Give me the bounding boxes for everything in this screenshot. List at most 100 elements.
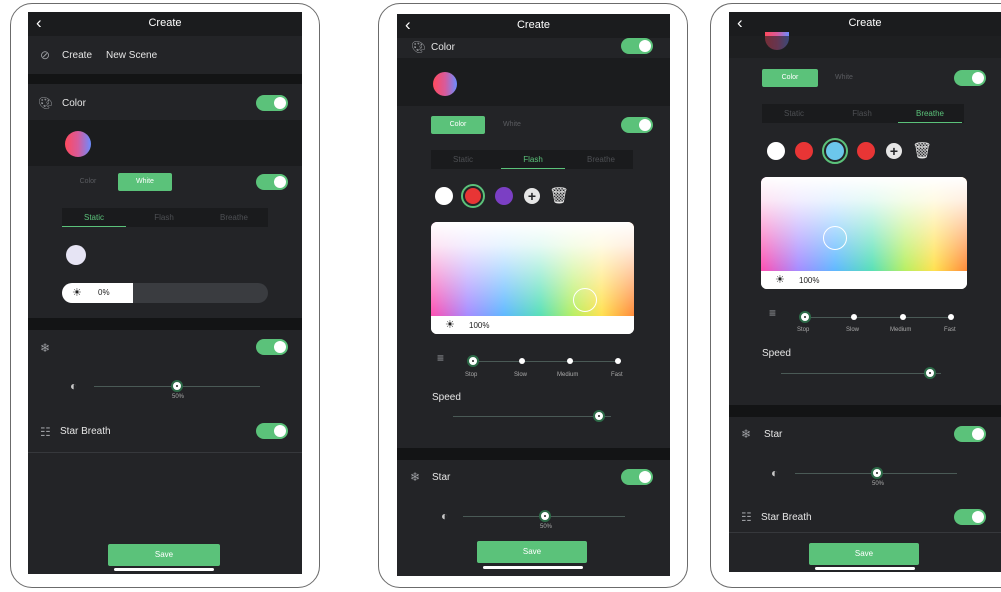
star-toggle[interactable] — [954, 426, 986, 442]
speed-dot-medium[interactable] — [900, 314, 906, 320]
mode-tab-white[interactable]: White — [118, 173, 172, 191]
speed-slider-track[interactable] — [781, 373, 941, 374]
mode-toggle[interactable] — [256, 174, 288, 190]
mode-tab-white[interactable]: White — [489, 116, 535, 134]
screen-2: ‹ Create 🎨︎ Color Color White Static Fla… — [397, 14, 670, 576]
color-swatch-purple[interactable] — [495, 187, 513, 205]
screen-3: ‹ Create Color White Static Flash Breath… — [729, 12, 1001, 572]
speed-dot-fast[interactable] — [615, 358, 621, 364]
header-bar: ‹ Create — [28, 12, 302, 36]
tab-static[interactable]: Static — [62, 208, 126, 227]
animation-tabs: Static Flash Breathe — [762, 104, 964, 123]
tab-breathe[interactable]: Breathe — [898, 104, 962, 123]
tab-static[interactable]: Static — [431, 150, 495, 169]
divider — [28, 452, 302, 453]
speed-slider-track[interactable] — [453, 416, 611, 417]
animation-tabs: Static Flash Breathe — [431, 150, 633, 169]
speed-medium-label: Medium — [890, 327, 912, 333]
color-swatch-white[interactable] — [435, 187, 453, 205]
mode-tab-white[interactable]: White — [821, 69, 867, 87]
color-toggle[interactable] — [621, 38, 653, 54]
brightness-bar[interactable]: ☀ 0% — [62, 283, 268, 303]
star-breath-toggle[interactable] — [954, 509, 986, 525]
tab-breathe[interactable]: Breathe — [569, 150, 633, 169]
color-swatch-white[interactable] — [767, 142, 785, 160]
tab-flash[interactable]: Flash — [830, 104, 894, 123]
speed-fast-label: Fast — [944, 327, 956, 333]
home-indicator — [114, 568, 214, 571]
speed-medium-label: Medium — [557, 372, 579, 378]
tab-static[interactable]: Static — [762, 104, 826, 123]
contrast-icon: ◐ — [771, 466, 779, 480]
speed-label: Speed — [762, 348, 791, 359]
brightness-value: 0% — [98, 288, 110, 297]
color-swatch-blue — [826, 142, 844, 160]
save-button[interactable]: Save — [809, 543, 919, 565]
color-picker[interactable]: ☀ 100% — [431, 222, 634, 334]
mode-tab-color[interactable]: Color — [762, 69, 818, 87]
star-icon: ❄ — [741, 427, 752, 441]
star-toggle[interactable] — [256, 339, 288, 355]
star-slider-value: 50% — [540, 524, 553, 530]
create-label: Create — [62, 50, 93, 61]
animation-tabs: Static Flash Breathe — [62, 208, 268, 227]
trash-icon[interactable]: 🗑︎ — [549, 186, 569, 206]
palette-icon: 🎨︎ — [38, 96, 54, 110]
divider-band — [397, 448, 670, 460]
color-swatch-red — [465, 188, 481, 204]
speed-dot-medium[interactable] — [567, 358, 573, 364]
speed-knob-stop[interactable] — [799, 311, 811, 323]
white-color-swatch[interactable] — [66, 245, 86, 265]
tab-breathe[interactable]: Breathe — [202, 208, 266, 227]
page-title: Create — [848, 17, 882, 29]
star-slider-knob[interactable] — [171, 380, 183, 392]
speed-track[interactable] — [473, 361, 621, 362]
speed-stop-label: Stop — [797, 327, 810, 333]
color-preview-swatch — [65, 131, 91, 157]
sun-icon: ☀ — [72, 287, 82, 299]
speed-stop-label: Stop — [465, 372, 478, 378]
color-picker[interactable]: ☀ 100% — [761, 177, 967, 289]
speed-dot-slow[interactable] — [519, 358, 525, 364]
add-color-icon[interactable]: + — [886, 143, 902, 159]
speed-slider-knob[interactable] — [593, 410, 605, 422]
star-breath-label: Star Breath — [761, 512, 812, 523]
page-title: Create — [516, 19, 551, 31]
picker-cursor[interactable] — [573, 288, 597, 312]
star-icon: ❄ — [40, 341, 51, 355]
mode-tab-color[interactable]: Color — [64, 173, 112, 191]
color-swatch-red-2[interactable] — [857, 142, 875, 160]
save-button[interactable]: Save — [108, 544, 220, 566]
trash-icon[interactable]: 🗑︎ — [912, 141, 932, 161]
color-label: Color — [62, 98, 86, 109]
page-title: Create — [148, 17, 182, 29]
save-button[interactable]: Save — [477, 541, 587, 563]
speed-dot-fast[interactable] — [948, 314, 954, 320]
star-toggle[interactable] — [621, 469, 653, 485]
star-slider-knob[interactable] — [539, 510, 551, 522]
color-toggle[interactable] — [256, 95, 288, 111]
speed-label: Speed — [432, 392, 461, 403]
mode-toggle[interactable] — [621, 117, 653, 133]
picker-cursor[interactable] — [823, 226, 847, 250]
speed-menu-icon: ≡ — [437, 351, 445, 365]
sun-icon: ☀ — [775, 274, 785, 286]
scene-name-field[interactable]: New Scene — [106, 50, 157, 61]
mode-tab-color[interactable]: Color — [431, 116, 485, 134]
speed-dot-slow[interactable] — [851, 314, 857, 320]
star-slider-knob[interactable] — [871, 467, 883, 479]
speed-track[interactable] — [805, 317, 953, 318]
star-breath-toggle[interactable] — [256, 423, 288, 439]
tab-flash[interactable]: Flash — [501, 150, 565, 169]
add-color-icon[interactable]: + — [524, 188, 540, 204]
speed-knob-stop[interactable] — [467, 355, 479, 367]
color-label: Color — [431, 42, 455, 53]
speed-slider-knob[interactable] — [924, 367, 936, 379]
mode-toggle[interactable] — [954, 70, 986, 86]
tab-flash[interactable]: Flash — [132, 208, 196, 227]
brightness-value: 100% — [469, 321, 490, 330]
color-swatch-red[interactable] — [795, 142, 813, 160]
contrast-icon: ◐ — [70, 379, 78, 393]
star-slider-value: 50% — [172, 394, 185, 400]
home-indicator — [815, 567, 915, 570]
